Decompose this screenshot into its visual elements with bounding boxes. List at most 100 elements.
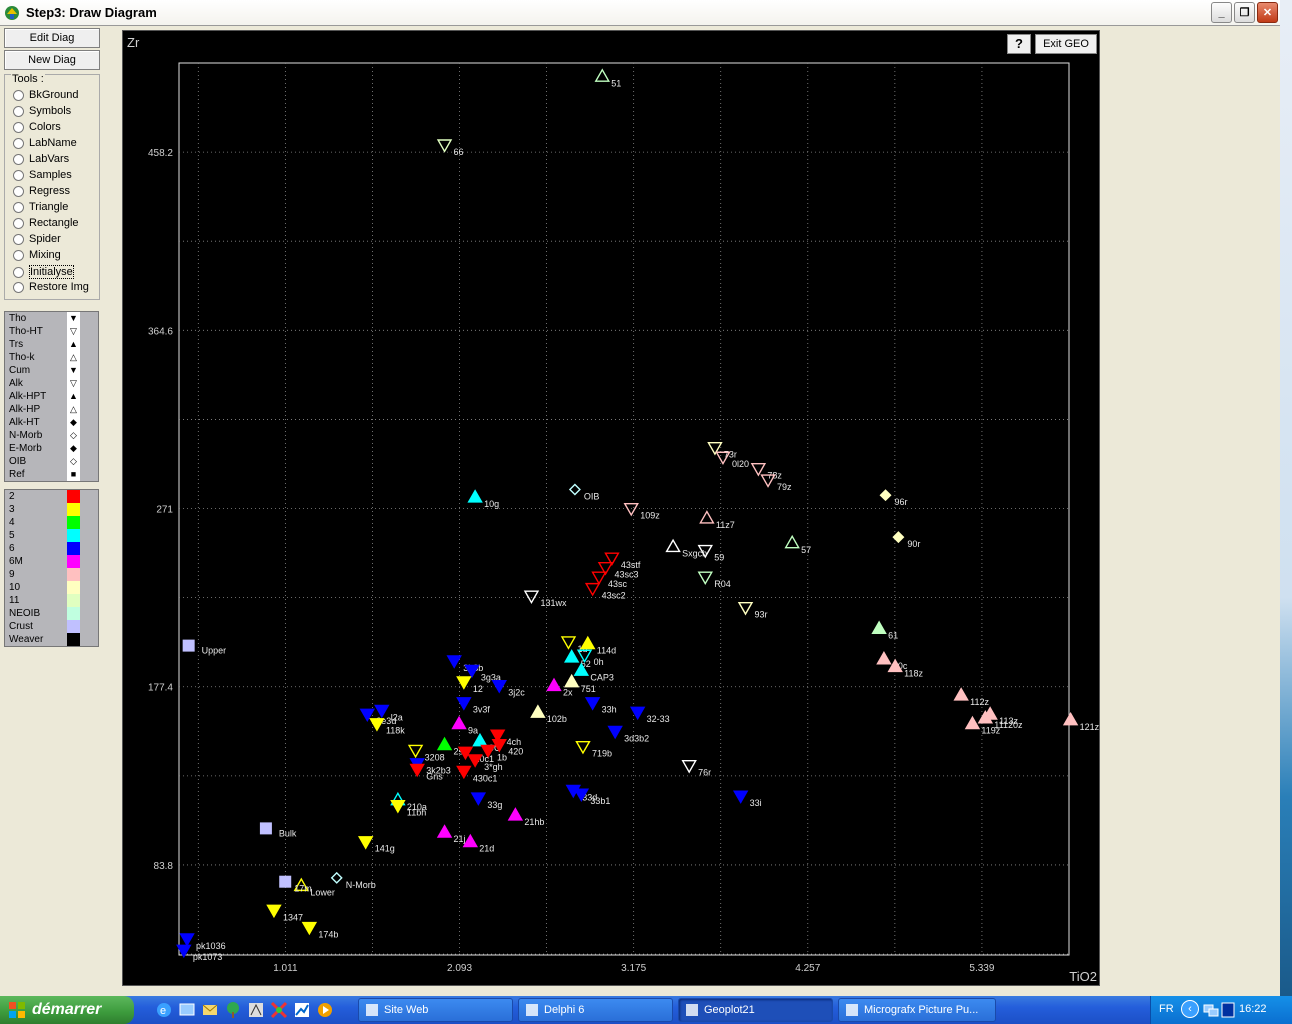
symbol-list-item[interactable]: Alk-HT ◆ xyxy=(5,416,98,429)
symbol-list-item[interactable]: Ref ■ xyxy=(5,468,98,481)
symbol-list-item[interactable]: E-Morb ◆ xyxy=(5,442,98,455)
display-tray-icon[interactable] xyxy=(1221,1002,1235,1018)
color-list-item[interactable]: 10 xyxy=(5,581,98,594)
radio-circle-icon xyxy=(13,185,24,197)
tool-radio-colors[interactable]: Colors xyxy=(13,121,61,133)
symbol-list-label: Tho xyxy=(9,313,27,324)
desktop-quicklaunch-icon[interactable] xyxy=(178,1001,196,1019)
data-point-label: 719b xyxy=(592,749,612,759)
symbol-glyph-icon: △ xyxy=(67,403,80,416)
color-list-item[interactable]: 3 xyxy=(5,503,98,516)
color-list-item[interactable]: Crust xyxy=(5,620,98,633)
symbol-list-item[interactable]: Alk ▽ xyxy=(5,377,98,390)
data-point-label: 11z7 xyxy=(716,520,735,530)
symbol-list-item[interactable]: Tho ▼ xyxy=(5,312,98,325)
tree-quicklaunch-icon[interactable] xyxy=(224,1001,242,1019)
plot-frame xyxy=(178,62,1070,956)
tool-radio-triangle[interactable]: Triangle xyxy=(13,201,68,213)
data-point-label: 109z xyxy=(640,511,660,521)
symbol-list-item[interactable]: N-Morb ◇ xyxy=(5,429,98,442)
tool-radio-label: Restore Img xyxy=(29,281,89,293)
taskbar-item-3[interactable]: Micrografx Picture Pu... xyxy=(838,998,996,1022)
symbol-list-label: Ref xyxy=(9,469,25,480)
tool-radio-spider[interactable]: Spider xyxy=(13,233,61,245)
tool-radio-initialyse[interactable]: Initialyse xyxy=(13,265,74,279)
symbol-glyph-icon: ▼ xyxy=(67,364,80,377)
taskbar-item-2[interactable]: Geoplot21 xyxy=(678,998,833,1022)
symbol-list-item[interactable]: Alk-HP △ xyxy=(5,403,98,416)
color-swatch xyxy=(67,594,80,607)
tray-chevron-icon[interactable]: ‹ xyxy=(1181,1000,1199,1018)
maximize-button[interactable]: ❐ xyxy=(1234,2,1255,23)
color-swatch xyxy=(67,490,80,503)
tool-radio-restore-img[interactable]: Restore Img xyxy=(13,281,89,293)
network-tray-icon[interactable] xyxy=(1203,1002,1219,1018)
clock[interactable]: 16:22 xyxy=(1239,1003,1267,1015)
taskbar-item-label: Delphi 6 xyxy=(544,1004,585,1016)
tool-radio-labvars[interactable]: LabVars xyxy=(13,153,69,165)
data-point-triangle-up xyxy=(563,673,580,688)
scatter-plot[interactable]: 1.011 2.093 3.175 4.257 5.339 83.8 177.4 271 364… xyxy=(123,31,1101,987)
color-list-item[interactable]: 4 xyxy=(5,516,98,529)
data-point-label: 21j xyxy=(454,834,466,844)
data-point-triangle-down xyxy=(732,790,749,804)
tool-radio-symbols[interactable]: Symbols xyxy=(13,105,71,117)
symbol-list-item[interactable]: Tho-k △ xyxy=(5,351,98,364)
picture-publisher-quicklaunch-icon[interactable] xyxy=(270,1001,288,1019)
color-list-item[interactable]: 9 xyxy=(5,568,98,581)
symbol-list-label: Alk-HP xyxy=(9,404,41,415)
tools-legend: Tools : xyxy=(11,73,45,85)
mail-quicklaunch-icon[interactable] xyxy=(201,1001,219,1019)
tool-radio-mixing[interactable]: Mixing xyxy=(13,249,61,261)
data-point-triangle-down xyxy=(697,571,713,585)
color-list-item[interactable]: NEOIB xyxy=(5,607,98,620)
color-list-item[interactable]: 2 xyxy=(5,490,98,503)
data-point-triangle-down xyxy=(357,836,374,850)
edit-diag-button[interactable]: Edit Diag xyxy=(4,28,100,48)
data-point-label: 121z xyxy=(1080,722,1100,732)
tool-radio-labname[interactable]: LabName xyxy=(13,137,77,149)
symbol-list-item[interactable]: Trs ▲ xyxy=(5,338,98,351)
color-list-item[interactable]: 5 xyxy=(5,529,98,542)
ie-quicklaunch-icon[interactable]: e xyxy=(155,1001,173,1019)
color-list-label: Crust xyxy=(9,621,33,632)
start-button[interactable]: démarrer xyxy=(0,996,134,1024)
radio-circle-icon xyxy=(13,169,24,181)
radio-circle-icon xyxy=(13,89,24,101)
chart-quicklaunch-icon[interactable] xyxy=(293,1001,311,1019)
language-indicator[interactable]: FR xyxy=(1159,1003,1174,1015)
app-quicklaunch-icon[interactable] xyxy=(247,1001,265,1019)
color-list-item[interactable]: Weaver xyxy=(5,633,98,646)
media-quicklaunch-icon[interactable] xyxy=(316,1001,334,1019)
diagram-canvas[interactable]: 1.011 2.093 3.175 4.257 5.339 83.8 177.4 271 364… xyxy=(122,30,1100,986)
tool-radio-bkground[interactable]: BkGround xyxy=(13,89,79,101)
y-tick-label: 458.2 xyxy=(148,148,173,159)
taskbar-item-1[interactable]: Delphi 6 xyxy=(518,998,673,1022)
close-button[interactable]: ✕ xyxy=(1257,2,1278,23)
color-swatch xyxy=(67,581,80,594)
symbol-list-item[interactable]: OIB ◇ xyxy=(5,455,98,468)
radio-circle-icon xyxy=(13,281,24,293)
color-list-item[interactable]: 6M xyxy=(5,555,98,568)
tool-radio-samples[interactable]: Samples xyxy=(13,169,72,181)
data-point-square xyxy=(279,875,292,888)
taskbar-app-icon xyxy=(846,1004,858,1016)
help-button[interactable]: ? xyxy=(1007,34,1031,54)
data-point-triangle-up xyxy=(665,538,681,553)
new-diag-button[interactable]: New Diag xyxy=(4,50,100,70)
tool-radio-regress[interactable]: Regress xyxy=(13,185,70,197)
symbol-list-item[interactable]: Cum ▼ xyxy=(5,364,98,377)
taskbar-item-0[interactable]: Site Web xyxy=(358,998,513,1022)
radio-circle-icon xyxy=(13,121,24,133)
tool-radio-rectangle[interactable]: Rectangle xyxy=(13,217,79,229)
symbol-list[interactable]: Tho ▼ Tho-HT ▽ Trs ▲ Tho-k △ Cum ▼ Alk ▽ Alk-HPT ▲ Alk… xyxy=(4,311,99,482)
minimize-button[interactable]: _ xyxy=(1211,2,1232,23)
color-list[interactable]: 2 3 4 5 6 6M 9 10 11 NEOIB Crust Weaver xyxy=(4,489,99,647)
data-point-label: l2a xyxy=(391,712,403,722)
exit-geo-button[interactable]: Exit GEO xyxy=(1035,34,1097,54)
color-list-item[interactable]: 6 xyxy=(5,542,98,555)
data-point-triangle-up xyxy=(436,824,453,838)
symbol-list-item[interactable]: Alk-HPT ▲ xyxy=(5,390,98,403)
color-list-item[interactable]: 11 xyxy=(5,594,98,607)
symbol-list-item[interactable]: Tho-HT ▽ xyxy=(5,325,98,338)
